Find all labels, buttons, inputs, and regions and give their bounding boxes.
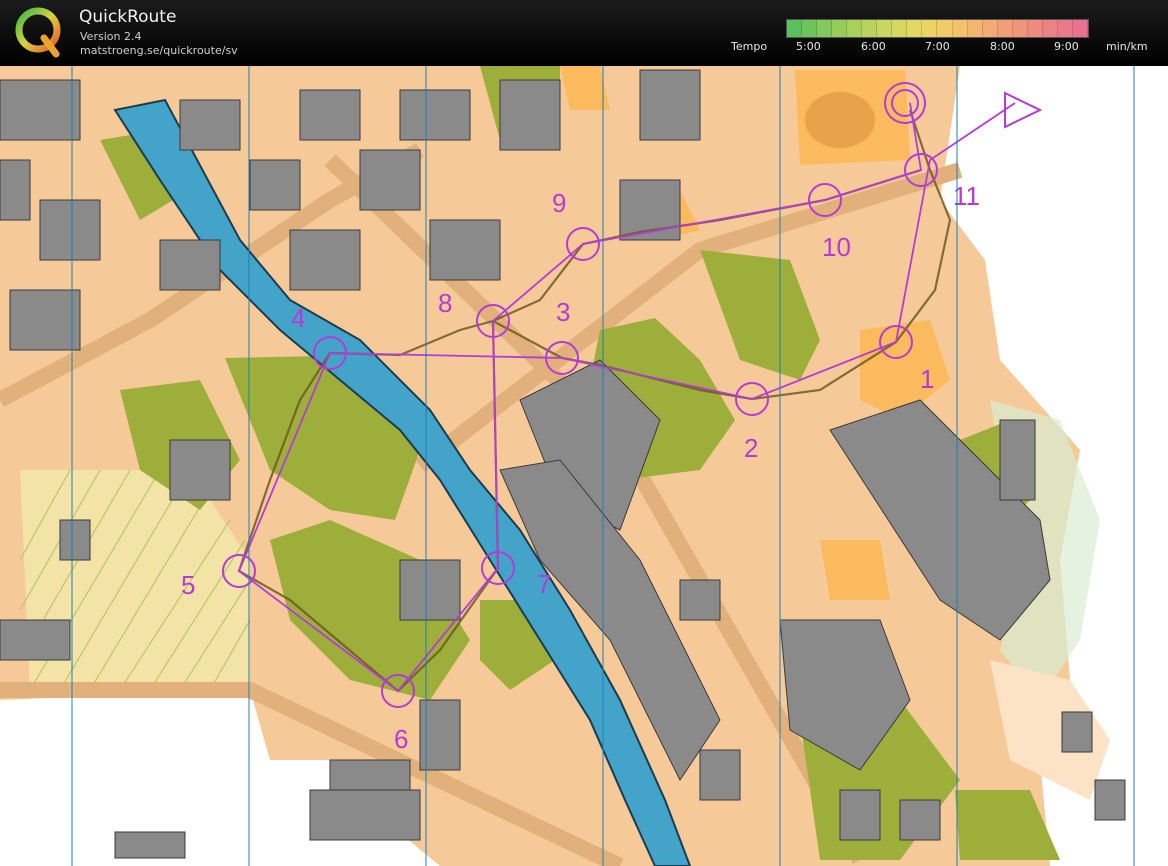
scale-cell-10 [937,20,953,37]
scale-cell-5 [862,20,878,37]
quickroute-logo-icon [15,7,61,58]
control-number-7: 7 [537,569,551,599]
control-number-10: 10 [822,232,851,262]
control-number-6: 6 [394,724,408,754]
control-number-9: 9 [552,188,566,218]
tempo-tick-9: 9:00 [1054,40,1079,53]
sports-field [805,92,875,148]
tempo-label: Tempo [731,40,768,53]
app-version: Version 2.4 [80,30,142,43]
scale-cell-19 [1072,20,1088,37]
app-title: QuickRoute [79,7,177,27]
scale-cell-17 [1042,20,1058,37]
scale-cell-2 [817,20,833,37]
tempo-tick-7: 7:00 [925,40,950,53]
control-number-1: 1 [920,364,934,394]
tempo-tick-5: 5:00 [796,40,821,53]
control-number-4: 4 [291,303,305,333]
scale-cell-6 [877,20,893,37]
scale-cell-16 [1027,20,1043,37]
scale-cell-1 [802,20,818,37]
control-number-8: 8 [438,288,452,318]
scale-cell-14 [997,20,1013,37]
tempo-tick-6: 6:00 [861,40,886,53]
scale-cell-12 [967,20,983,37]
app-url: matstroeng.se/quickroute/sv [80,44,238,57]
scale-cell-18 [1057,20,1073,37]
tempo-unit: min/km [1106,40,1148,53]
map-canvas[interactable]: 1234567891011 [0,66,1168,866]
scale-cell-9 [922,20,938,37]
scale-cell-4 [847,20,863,37]
control-number-3: 3 [556,297,570,327]
control-number-5: 5 [181,570,195,600]
orienteering-map[interactable]: 1 2 3 4 5 6 7 8 9 10 11 [0,66,1168,866]
scale-cell-15 [1012,20,1028,37]
scale-cell-13 [982,20,998,37]
tempo-color-scale [786,19,1089,38]
scale-cell-3 [832,20,848,37]
scale-cell-0 [787,20,803,37]
scale-cell-8 [907,20,923,37]
scale-cell-11 [952,20,968,37]
tempo-tick-8: 8:00 [990,40,1015,53]
app-header: QuickRoute Version 2.4 matstroeng.se/qui… [0,0,1168,66]
control-number-2: 2 [744,433,758,463]
scale-cell-7 [892,20,908,37]
